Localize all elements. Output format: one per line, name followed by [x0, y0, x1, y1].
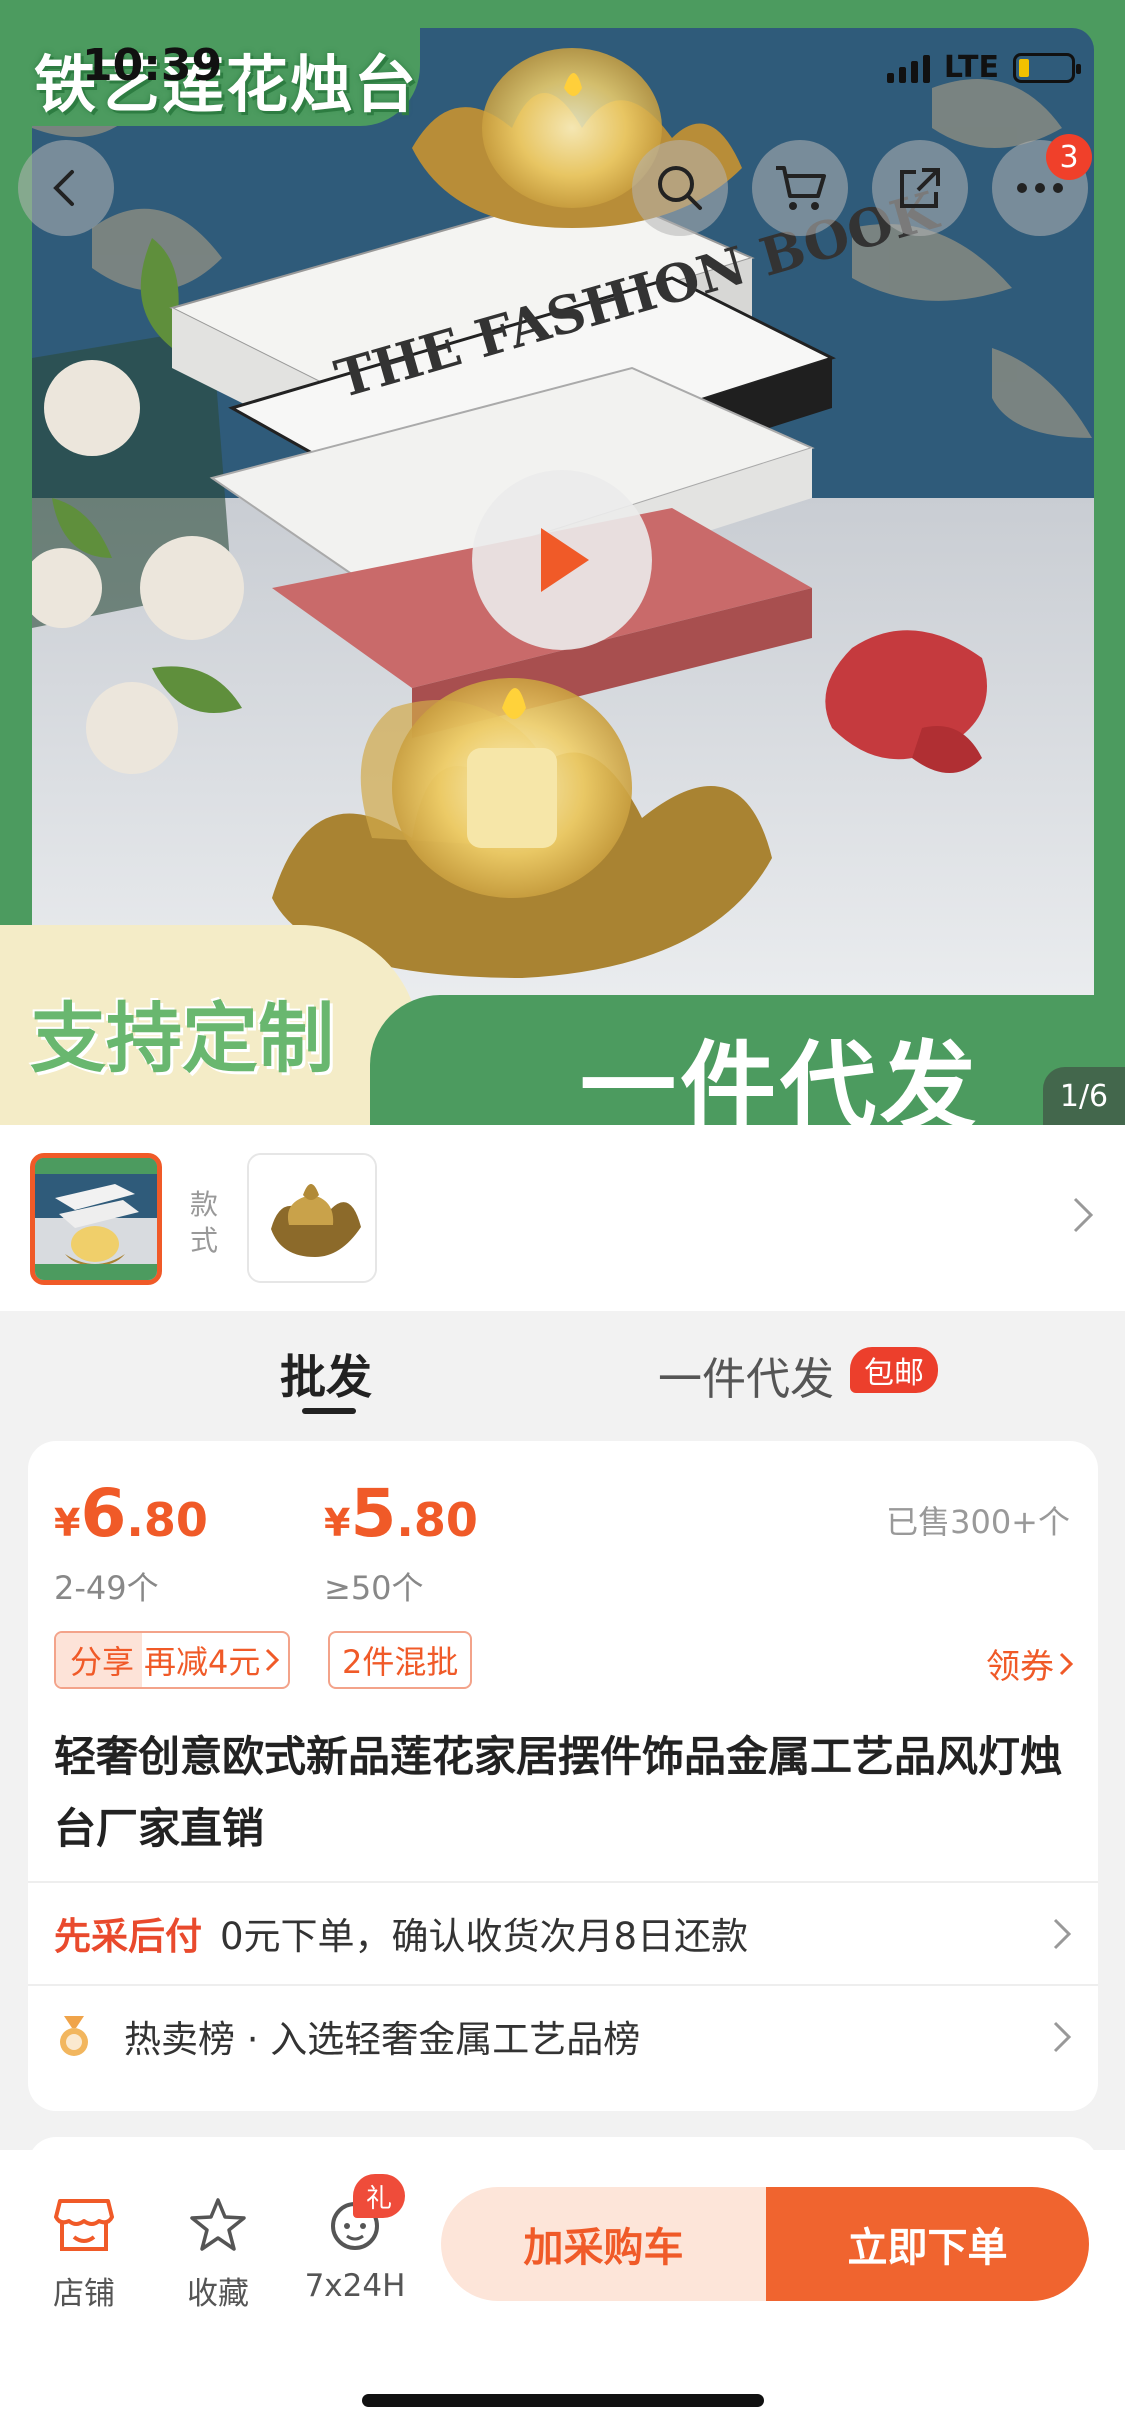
status-time: 10:39: [82, 40, 223, 91]
product-title: 轻奢创意欧式新品莲花家居摆件饰品金属工艺品风灯烛台厂家直销: [54, 1732, 1063, 1853]
play-icon: [541, 528, 589, 592]
cart-button[interactable]: [752, 140, 848, 236]
share-button[interactable]: [872, 140, 968, 236]
share-discount-amount: 再减4元: [144, 1643, 261, 1681]
chevron-right-icon: [1053, 2021, 1072, 2053]
custom-support-tag: 支持定制: [0, 925, 420, 1125]
price-tier-1: ¥6.80: [54, 1475, 208, 1552]
share-icon: [900, 168, 940, 208]
share-discount-tag[interactable]: 分享 再减4元: [54, 1631, 291, 1689]
tab-dropship[interactable]: 一件代发: [658, 1343, 834, 1407]
price-tier-2-range: ≥50个: [324, 1569, 424, 1607]
add-to-cart-button[interactable]: 加采购车: [441, 2187, 766, 2301]
message-count-badge: 3: [1046, 134, 1092, 180]
favorite-button[interactable]: 收藏: [158, 2190, 278, 2313]
back-icon: [53, 170, 74, 206]
back-button[interactable]: [18, 140, 114, 236]
customer-service-button[interactable]: 礼 7x24H: [295, 2174, 415, 2304]
style-thumbnail-selected[interactable]: [30, 1153, 162, 1285]
style-thumbnail[interactable]: [247, 1153, 377, 1283]
dropship-banner: 一件代发: [370, 995, 1125, 1125]
network-label: LTE: [943, 50, 999, 85]
shop-button[interactable]: 店铺: [24, 2190, 144, 2313]
shop-label: 店铺: [53, 2276, 115, 2312]
buy-now-button[interactable]: 立即下单: [766, 2187, 1089, 2301]
product-media-gallery[interactable]: THE FASHION BOOK 铁艺莲花烛台 10:39 LTE 3 支持定制…: [0, 0, 1125, 1125]
search-icon: [658, 166, 702, 210]
favorite-label: 收藏: [187, 2276, 249, 2312]
style-label: 款式: [190, 1188, 219, 1257]
purchase-mode-tabs: 批发 一件代发 包邮: [0, 1311, 1125, 1441]
coupon-label: 领券: [986, 1647, 1054, 1687]
thumbnail-image: [35, 1158, 157, 1280]
style-more-chevron[interactable]: [1071, 1195, 1095, 1239]
thumbnail-image: [249, 1155, 375, 1281]
get-coupon-link[interactable]: 领券: [986, 1639, 1074, 1688]
shop-icon: [54, 2199, 114, 2251]
medal-icon: [60, 2016, 88, 2056]
tab-wholesale[interactable]: 批发: [280, 1341, 372, 1407]
star-icon: [190, 2198, 246, 2251]
tab-active-indicator: [302, 1408, 356, 1414]
status-indicators: LTE: [886, 50, 1081, 85]
sold-count: 已售300+个: [886, 1503, 1070, 1541]
more-icon: [1017, 183, 1063, 193]
pay-later-label: 先采后付: [54, 1915, 202, 1958]
ranking-text: 热卖榜 · 入选轻奢金属工艺品榜: [124, 2018, 641, 2061]
share-discount-label: 分享: [56, 1633, 143, 1687]
dropship-banner-label: 一件代发: [580, 1031, 980, 1125]
pay-later-row[interactable]: 先采后付 0元下单，确认收货次月8日还款: [54, 1883, 1072, 1983]
custom-support-label: 支持定制: [30, 994, 334, 1083]
play-video-button[interactable]: [472, 470, 652, 650]
customer-service-label: 7x24H: [304, 2268, 406, 2304]
cart-icon: [776, 166, 826, 210]
free-shipping-badge: 包邮: [850, 1347, 938, 1393]
mixed-batch-tag: 2件混批: [328, 1631, 473, 1689]
search-button[interactable]: [632, 140, 728, 236]
price-tier-1-range: 2-49个: [54, 1569, 159, 1607]
price-tier-2: ¥5.80: [324, 1475, 478, 1552]
chevron-right-icon: [1059, 1652, 1074, 1675]
more-button[interactable]: 3: [992, 134, 1092, 236]
home-indicator[interactable]: [362, 2394, 764, 2407]
image-counter: 1/6: [1043, 1067, 1125, 1125]
chevron-right-icon: [1053, 1918, 1072, 1950]
chevron-right-icon: [266, 1648, 280, 1672]
chevron-right-icon: [1073, 1197, 1094, 1233]
ranking-row[interactable]: 热卖榜 · 入选轻奢金属工艺品榜: [54, 1986, 1072, 2086]
product-info-card: ¥6.80 2-49个 ¥5.80 ≥50个 已售300+个 分享 再减4元 2…: [28, 1441, 1098, 2111]
signal-icon: [886, 53, 930, 83]
battery-icon: [1013, 52, 1081, 83]
style-selector: 款式: [0, 1125, 1125, 1311]
pay-later-text: 0元下单，确认收货次月8日还款: [220, 1915, 749, 1958]
gift-badge: 礼: [353, 2174, 405, 2218]
